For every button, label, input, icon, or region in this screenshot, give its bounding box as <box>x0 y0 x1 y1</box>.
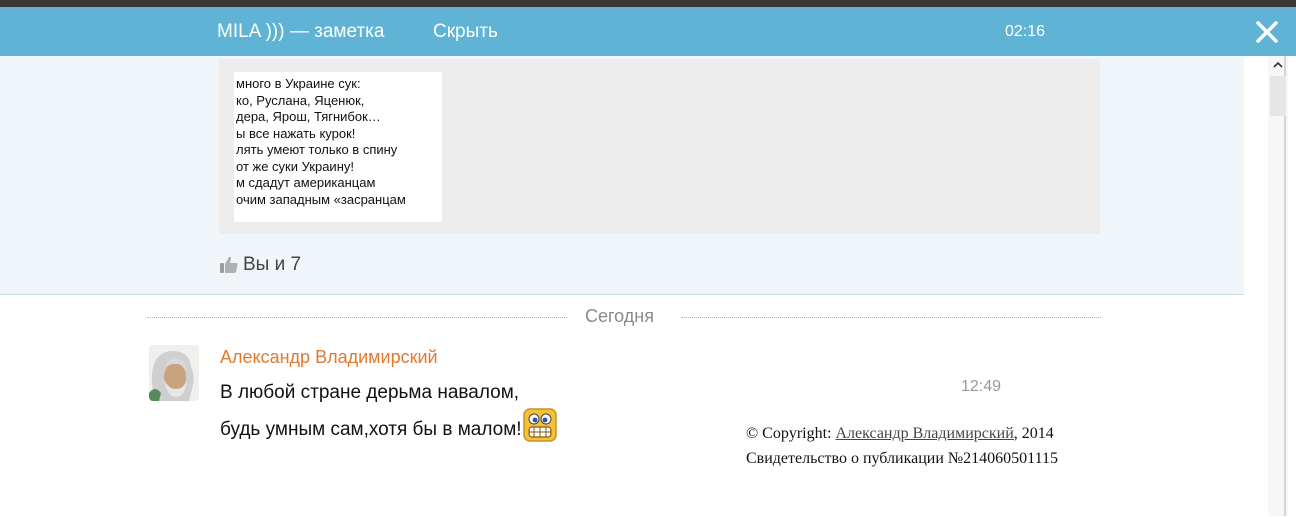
copyright-block: © Copyright: Александр Владимирский, 201… <box>746 421 1058 471</box>
grinning-smiley-icon <box>522 408 557 442</box>
header-time: 02:16 <box>1005 23 1046 40</box>
publication-certificate: Свидетельство о публикации №214060501115 <box>746 450 1058 467</box>
date-divider: Сегодня <box>585 306 654 326</box>
copyright-year: , 2014 <box>1013 425 1054 442</box>
comment-author-link[interactable]: Александр Владимирский <box>220 347 438 368</box>
window-top-strip <box>0 0 1296 7</box>
poem-line: ко, Руслана, Яценюк, <box>236 92 365 108</box>
comment-line-2: будь умным сам,хотя бы в малом! <box>220 408 557 445</box>
poem-line: ы все нажать курок! <box>236 125 356 141</box>
date-divider-line-left <box>147 317 567 318</box>
poem-line: м сдадут американцам <box>236 175 376 190</box>
date-divider-line-right <box>681 317 1101 318</box>
likes-count: Вы и 7 <box>243 254 302 275</box>
likes-button[interactable]: Вы и 7 <box>219 254 301 276</box>
poem-line: много в Украине сук: <box>236 76 361 91</box>
avatar[interactable] <box>149 345 199 401</box>
copyright-line: © Copyright: Александр Владимирский, 201… <box>746 421 1058 446</box>
comment-line: будь умным сам,хотя бы в малом! <box>220 419 522 440</box>
post-image-poem[interactable]: много в Украине сук: ко, Руслана, Яценюк… <box>234 72 442 222</box>
thumbs-up-icon <box>219 255 239 275</box>
scrollbar-thumb[interactable] <box>1270 76 1286 116</box>
poem-line: от же суки Украину! <box>236 158 354 174</box>
scroll-up-arrow-icon[interactable] <box>1271 58 1285 72</box>
comment-text: В любой стране дерьма навалом, будь умны… <box>220 378 557 445</box>
copyright-author-link[interactable]: Александр Владимирский <box>836 425 1014 442</box>
note-header-bar: MILA ))) — заметка Скрыть 02:16 <box>0 7 1296 56</box>
scrollbar-border <box>1284 56 1286 516</box>
copyright-prefix: © Copyright: <box>746 425 836 442</box>
hide-button[interactable]: Скрыть <box>433 21 498 43</box>
close-icon[interactable] <box>1252 17 1282 47</box>
poem-line: лять умеют только в спину <box>236 142 398 157</box>
comment-time: 12:49 <box>961 378 1002 395</box>
poem-line: дера, Ярош, Тягнибок… <box>236 109 381 124</box>
comment-line: В любой стране дерьма навалом, <box>220 382 520 403</box>
poem-line: очим западным «засранцам <box>236 191 406 207</box>
note-title: MILA ))) — заметка <box>217 21 385 42</box>
